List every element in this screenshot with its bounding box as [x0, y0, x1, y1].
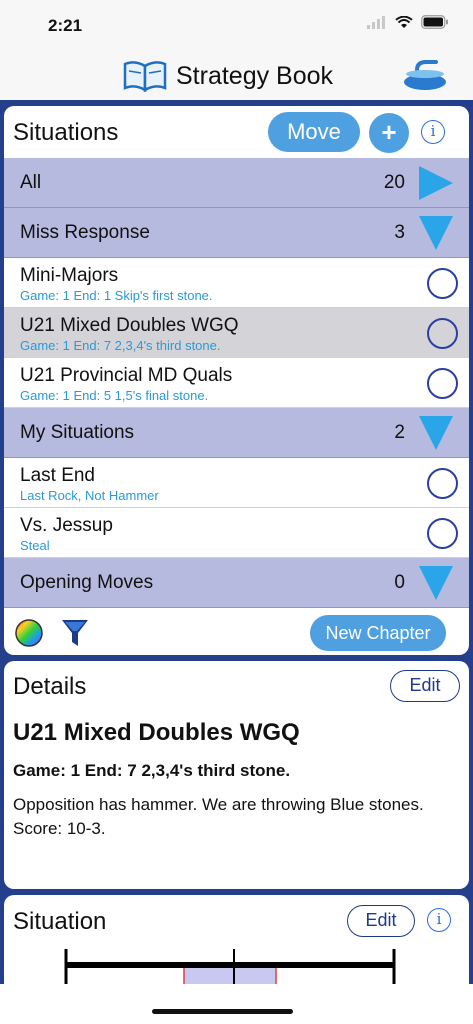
select-circle[interactable]	[427, 268, 458, 299]
select-circle[interactable]	[427, 518, 458, 549]
expand-right-icon[interactable]	[417, 164, 455, 202]
item-title: U21 Provincial MD Quals	[20, 365, 233, 386]
list-item-last-end[interactable]: Last End Last Rock, Not Hammer	[4, 458, 469, 508]
item-subtitle: Last Rock, Not Hammer	[20, 488, 159, 503]
list-item-vs-jessup[interactable]: Vs. Jessup Steal	[4, 508, 469, 558]
details-edit-button[interactable]: Edit	[390, 670, 460, 702]
situations-panel: Situations Move + i All 20 Miss Response…	[4, 106, 469, 655]
situation-title: Situation	[13, 908, 107, 935]
chapter-count: 20	[383, 172, 405, 193]
chapter-label: All	[20, 172, 42, 193]
navbar: Strategy Book	[0, 50, 473, 100]
chapter-opening-moves[interactable]: Opening Moves 0	[4, 558, 469, 608]
chapter-my-situations[interactable]: My Situations 2	[4, 408, 469, 458]
battery-icon	[421, 15, 448, 29]
item-title: Last End	[20, 465, 95, 486]
chapter-label: My Situations	[20, 422, 135, 443]
item-title: Mini-Majors	[20, 265, 119, 286]
chapter-label: Opening Moves	[20, 572, 154, 593]
new-chapter-button[interactable]: New Chapter	[310, 615, 446, 651]
collapse-down-icon[interactable]	[417, 214, 455, 252]
add-button[interactable]: +	[369, 113, 409, 153]
item-subtitle: Game: 1 End: 5 1,5's final stone.	[20, 388, 209, 403]
item-subtitle: Steal	[20, 538, 50, 553]
item-title: U21 Mixed Doubles WGQ	[20, 315, 239, 336]
situations-title: Situations	[13, 119, 119, 146]
chapter-miss-response[interactable]: Miss Response 3	[4, 208, 469, 258]
app-title: Strategy Book	[176, 62, 334, 90]
details-panel: Details Edit U21 Mixed Doubles WGQ Game:…	[4, 661, 469, 889]
select-circle[interactable]	[427, 318, 458, 349]
item-subtitle: Game: 1 End: 1 Skip's first stone.	[20, 288, 213, 303]
chapter-label: Miss Response	[20, 222, 150, 243]
item-title: Vs. Jessup	[20, 515, 113, 536]
chapter-count: 2	[394, 422, 405, 443]
color-wheel-icon[interactable]	[14, 618, 44, 648]
situation-name: U21 Mixed Doubles WGQ	[13, 719, 300, 746]
filter-icon[interactable]	[61, 618, 89, 648]
list-item-mini-majors[interactable]: Mini-Majors Game: 1 End: 1 Skip's first …	[4, 258, 469, 308]
chapter-count: 3	[394, 222, 405, 243]
move-button[interactable]: Move	[268, 112, 360, 152]
item-subtitle: Game: 1 End: 7 2,3,4's third stone.	[20, 338, 221, 353]
situations-header: Situations Move + i	[4, 106, 469, 158]
book-icon	[123, 61, 167, 92]
list-item-u21-mixed-doubles-wgq[interactable]: U21 Mixed Doubles WGQ Game: 1 End: 7 2,3…	[4, 308, 469, 358]
signal-icon	[367, 15, 385, 29]
bottom-safe-area	[0, 984, 473, 1024]
situation-meta: Game: 1 End: 7 2,3,4's third stone.	[13, 761, 291, 780]
collapse-down-icon[interactable]	[417, 564, 455, 602]
situations-toolbar: New Chapter	[4, 612, 469, 654]
curling-stone-icon[interactable]	[402, 60, 448, 92]
select-circle[interactable]	[427, 368, 458, 399]
collapse-down-icon[interactable]	[417, 414, 455, 452]
home-indicator[interactable]	[152, 1009, 293, 1014]
status-time: 2:21	[48, 16, 83, 35]
list-item-u21-provincial-md-quals[interactable]: U21 Provincial MD Quals Game: 1 End: 5 1…	[4, 358, 469, 408]
situation-description: Opposition has hammer. We are throwing B…	[13, 795, 424, 838]
info-icon[interactable]: i	[421, 120, 445, 144]
chapter-all[interactable]: All 20	[4, 158, 469, 208]
info-icon[interactable]: i	[427, 908, 451, 932]
status-bar: 2:21	[0, 0, 473, 50]
situation-panel: Situation Edit i	[4, 895, 469, 995]
wifi-icon	[395, 15, 413, 28]
chapter-count: 0	[394, 572, 405, 593]
situation-edit-button[interactable]: Edit	[347, 905, 415, 937]
status-icons	[367, 15, 449, 29]
details-title: Details	[13, 673, 87, 700]
select-circle[interactable]	[427, 468, 458, 499]
